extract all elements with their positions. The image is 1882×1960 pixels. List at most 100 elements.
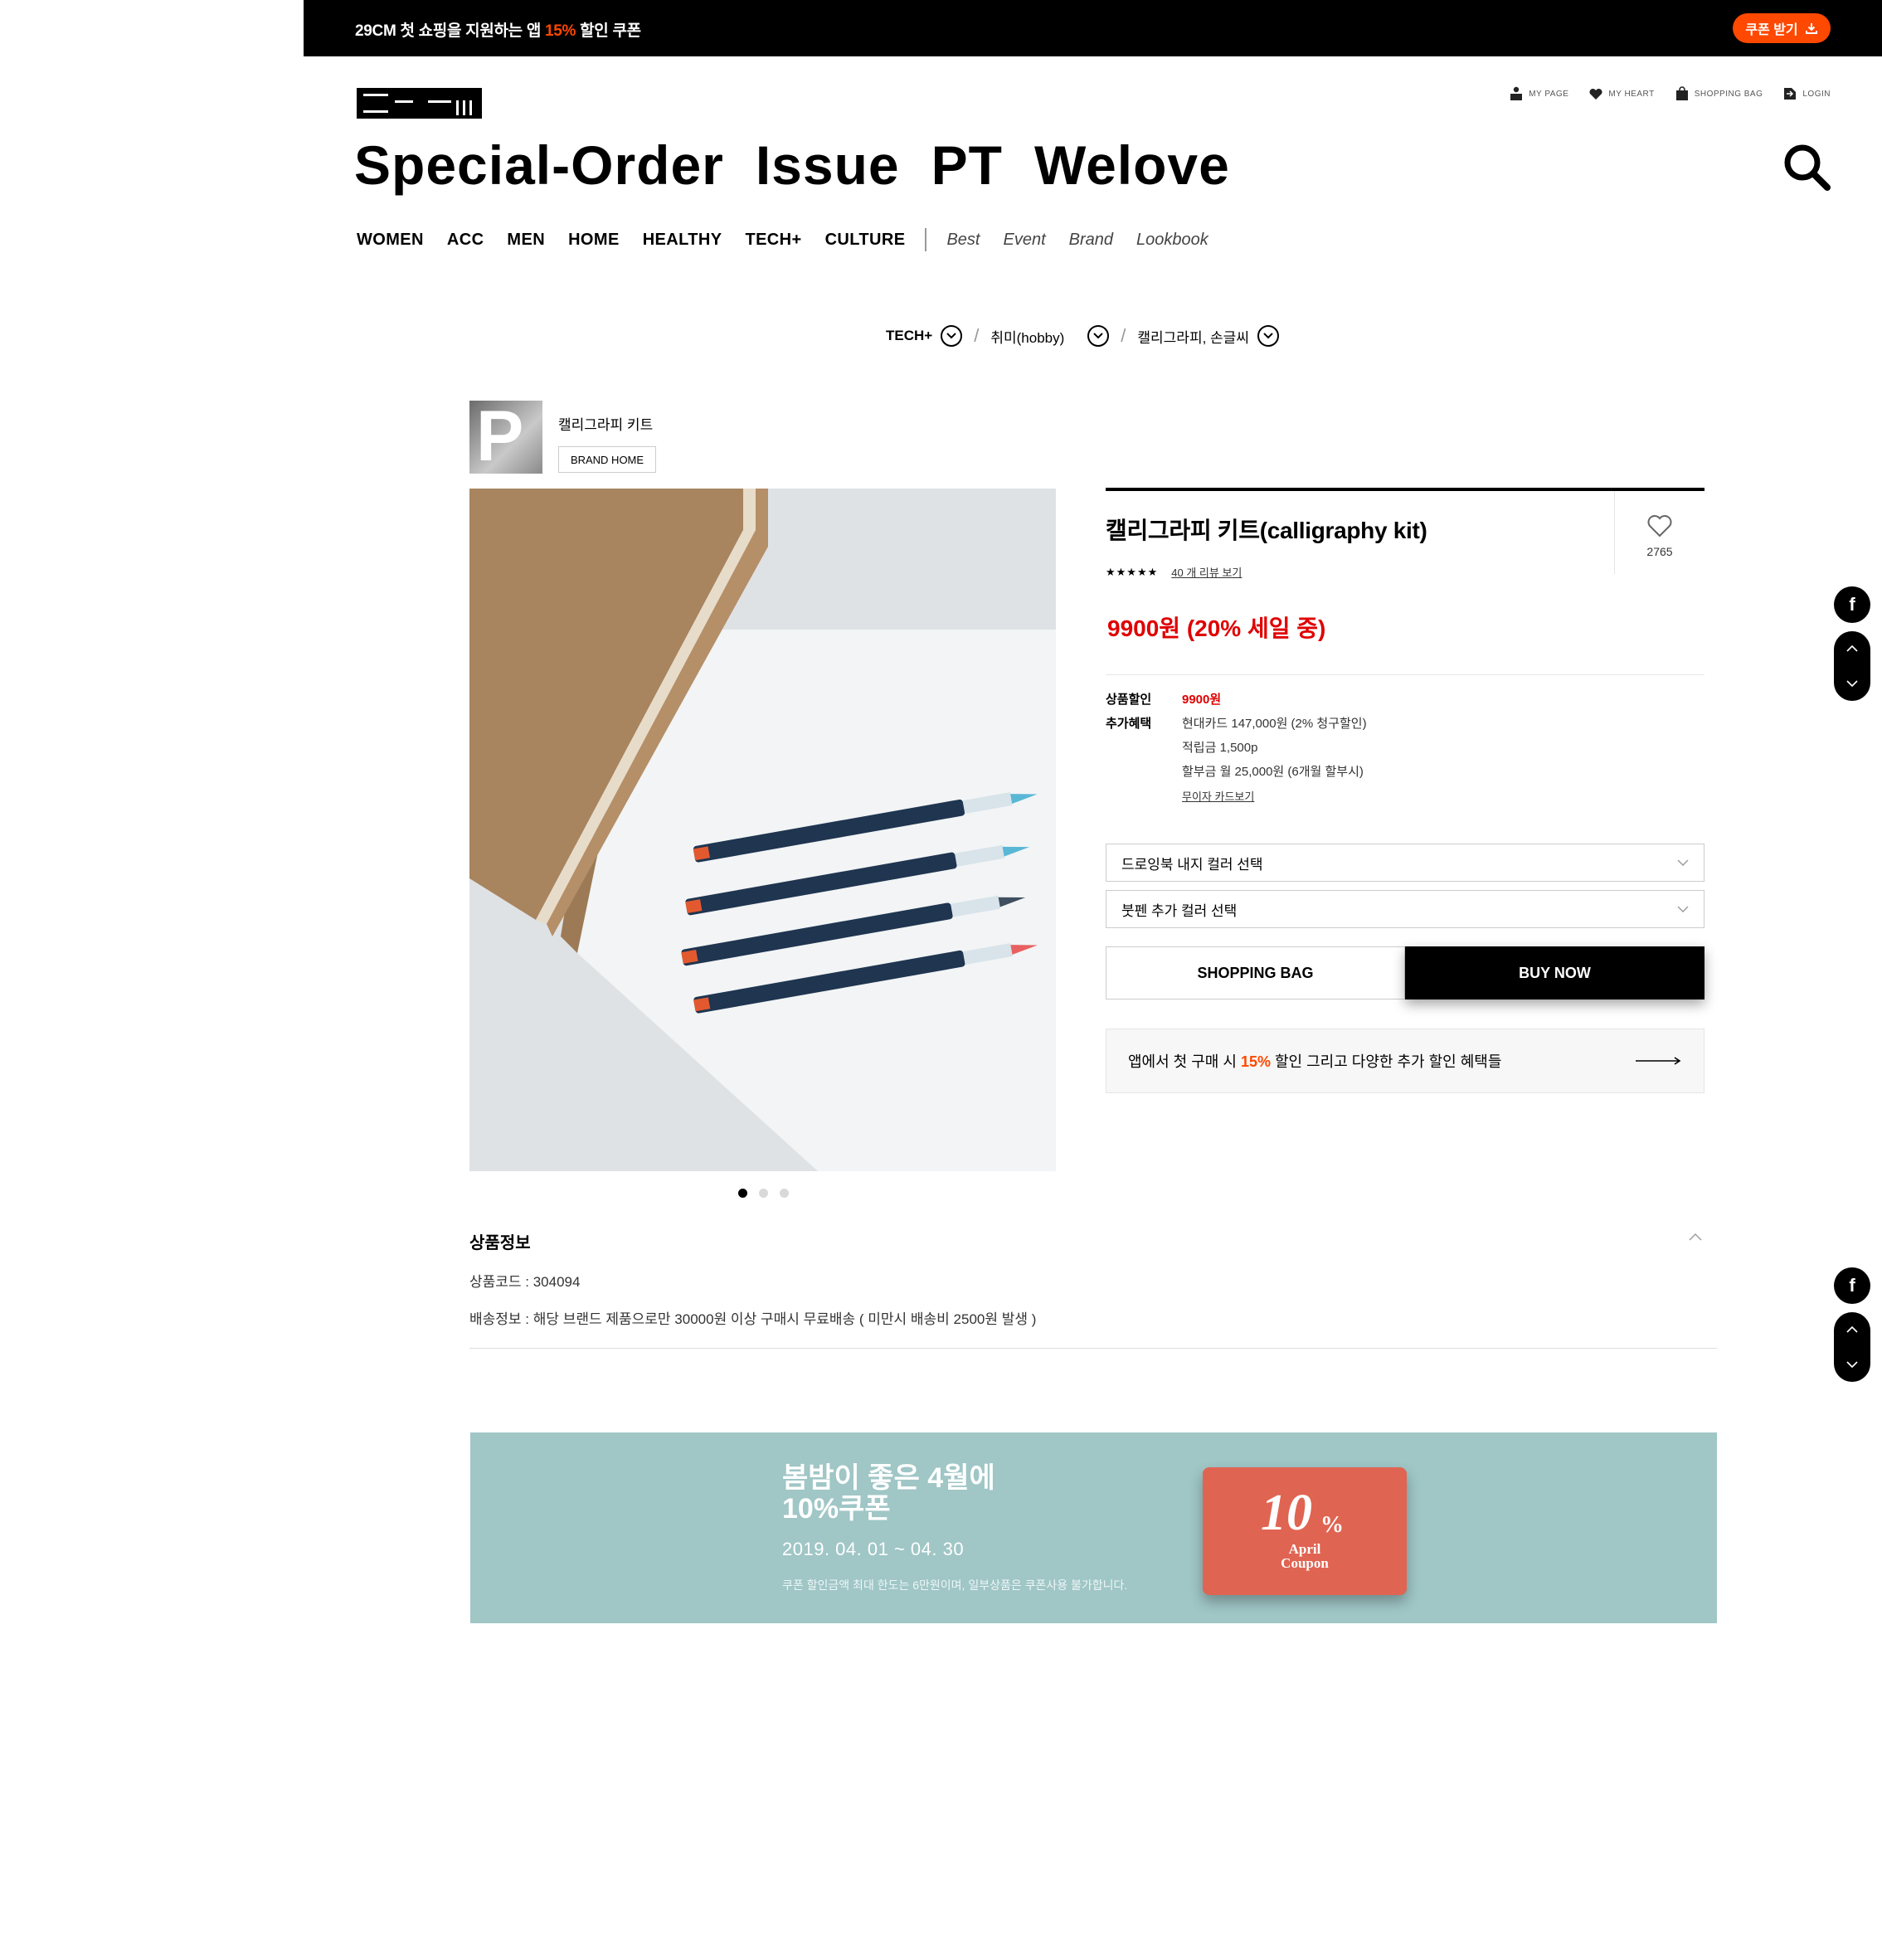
- benefit-installment: 할부금 월 25,000원 (6개월 할부시): [1182, 765, 1364, 779]
- april-coupon-banner[interactable]: 봄밤이 좋은 4월에 10%쿠폰 2019. 04. 01 ~ 04. 30 쿠…: [470, 1432, 1717, 1623]
- coupon-card-percent: %: [1320, 1512, 1344, 1538]
- promo-accent: 15%: [545, 22, 576, 40]
- site-logo[interactable]: [357, 88, 482, 119]
- sub-nav-lookbook[interactable]: Lookbook: [1136, 231, 1208, 250]
- pager-dot[interactable]: [759, 1189, 768, 1198]
- coupon-banner-note: 쿠폰 할인금액 최대 한도는 6만원이며, 일부상품은 쿠폰사용 불가합니다.: [782, 1578, 1128, 1592]
- discount-label: 상품할인: [1106, 693, 1152, 707]
- utility-nav: MY PAGE MY HEART SHOPPING BAG LOGIN: [1509, 86, 1831, 101]
- floating-controls: f: [1834, 586, 1870, 701]
- promo-text[interactable]: 29CM 첫 쇼핑을 지원하는 앱 15% 할인 쿠폰: [355, 18, 641, 41]
- breadcrumb-calligraphy-label: 캘리그라피, 손글씨: [1137, 329, 1249, 346]
- coupon-card-number: 10: [1261, 1485, 1312, 1541]
- scroll-down-icon[interactable]: [1846, 1361, 1858, 1368]
- category-men[interactable]: MEN: [507, 231, 545, 250]
- facebook-share-button[interactable]: f: [1834, 1267, 1870, 1304]
- scroll-up-icon[interactable]: [1846, 1326, 1858, 1333]
- promo-bar: 29CM 첫 쇼핑을 지원하는 앱 15% 할인 쿠폰 쿠폰 받기: [304, 0, 1882, 56]
- like-button[interactable]: 2765: [1614, 491, 1704, 574]
- sub-nav-best[interactable]: Best: [946, 231, 980, 250]
- my-page-link[interactable]: MY PAGE: [1509, 86, 1568, 101]
- benefit-label: 추가혜택: [1106, 717, 1152, 731]
- brush-pen-color-select[interactable]: 붓펜 추가 컬러 선택: [1106, 890, 1704, 928]
- arrow-right-icon: [1636, 1057, 1681, 1065]
- login-icon: [1784, 88, 1797, 100]
- my-heart-label: MY HEART: [1608, 89, 1655, 99]
- chevron-down-icon[interactable]: [941, 325, 963, 347]
- facebook-icon: f: [1849, 594, 1855, 615]
- product-title: 캘리그라피 키트(calligraphy kit): [1106, 518, 1427, 543]
- pager-dot[interactable]: [780, 1189, 789, 1198]
- get-coupon-label: 쿠폰 받기: [1745, 23, 1798, 37]
- shopping-bag-link[interactable]: SHOPPING BAG: [1675, 86, 1763, 101]
- search-icon: [1784, 144, 1831, 191]
- product-info-section: 상품정보 상품코드 : 304094 배송정보 : 해당 브랜드 제품으로만 3…: [469, 1229, 1717, 1349]
- brand-home-button[interactable]: BRAND HOME: [558, 446, 656, 473]
- category-nav: WOMEN ACC MEN HOME HEALTHY TECH+ CULTURE…: [357, 228, 1232, 251]
- shipping-info: 배송정보 : 해당 브랜드 제품으로만 30000원 이상 구매시 무료배송 (…: [469, 1311, 1037, 1327]
- category-women[interactable]: WOMEN: [357, 231, 424, 250]
- main-nav-welove[interactable]: Welove: [1034, 138, 1230, 192]
- category-healthy[interactable]: HEALTHY: [643, 231, 722, 250]
- pager-dot[interactable]: [738, 1189, 747, 1198]
- person-icon: [1510, 86, 1523, 100]
- brand-thumbnail[interactable]: P: [469, 401, 542, 474]
- chevron-down-icon[interactable]: [1257, 325, 1279, 347]
- drawing-book-color-select[interactable]: 드로잉북 내지 컬러 선택: [1106, 844, 1704, 882]
- interest-free-card-link[interactable]: 무이자 카드보기: [1182, 788, 1367, 804]
- shopping-bag-label: SHOPPING BAG: [1694, 89, 1763, 99]
- chevron-down-icon: [1677, 859, 1689, 866]
- category-culture[interactable]: CULTURE: [825, 231, 906, 250]
- divider: [469, 1348, 1717, 1349]
- product-photo: [469, 489, 1056, 1171]
- get-coupon-button[interactable]: 쿠폰 받기: [1733, 13, 1831, 43]
- coupon-banner-line2: 10%쿠폰: [782, 1493, 891, 1525]
- category-home[interactable]: HOME: [568, 231, 620, 250]
- breadcrumb-hobby[interactable]: 취미(hobby): [990, 325, 1110, 347]
- floating-controls: f: [1834, 1267, 1870, 1382]
- chevron-up-icon[interactable]: [1689, 1233, 1702, 1241]
- app-banner-after: 할인 그리고 다양한 추가 할인 혜택들: [1270, 1053, 1502, 1070]
- benefit-card: 현대카드 147,000원 (2% 청구할인): [1182, 717, 1367, 731]
- breadcrumb-tech-label: TECH+: [886, 328, 933, 343]
- shopping-bag-button[interactable]: SHOPPING BAG: [1106, 946, 1405, 999]
- main-nav-pt[interactable]: PT: [931, 138, 1003, 192]
- purchase-buttons: SHOPPING BAG BUY NOW: [1106, 946, 1704, 999]
- sub-nav-brand[interactable]: Brand: [1069, 231, 1113, 250]
- nav-divider: [925, 228, 927, 251]
- image-pager: [738, 1189, 789, 1198]
- chevron-down-icon[interactable]: [1087, 325, 1110, 347]
- sub-nav-event[interactable]: Event: [1003, 231, 1045, 250]
- search-button[interactable]: [1782, 143, 1831, 195]
- my-heart-link[interactable]: MY HEART: [1588, 86, 1654, 101]
- benefit-info: 상품할인 9900원 추가혜택 현대카드 147,000원 (2% 청구할인) …: [1106, 690, 1367, 804]
- scroll-up-icon[interactable]: [1846, 645, 1858, 652]
- app-banner-text: 앱에서 첫 구매 시 15% 할인 그리고 다양한 추가 할인 혜택들: [1128, 1050, 1501, 1072]
- breadcrumb-tech[interactable]: TECH+: [886, 325, 963, 347]
- facebook-share-button[interactable]: f: [1834, 586, 1870, 623]
- scroll-down-icon[interactable]: [1846, 680, 1858, 687]
- breadcrumb-calligraphy[interactable]: 캘리그라피, 손글씨: [1137, 325, 1279, 347]
- buy-now-button[interactable]: BUY NOW: [1405, 946, 1704, 999]
- app-discount-banner[interactable]: 앱에서 첫 구매 시 15% 할인 그리고 다양한 추가 할인 혜택들: [1106, 1029, 1704, 1093]
- main-nav-issue[interactable]: Issue: [756, 138, 900, 192]
- login-link[interactable]: LOGIN: [1782, 86, 1831, 101]
- benefit-points: 적립금 1,500p: [1182, 741, 1258, 755]
- product-image[interactable]: [469, 489, 1056, 1171]
- product-info-heading[interactable]: 상품정보: [469, 1229, 1717, 1253]
- promo-text-after: 할인 쿠폰: [576, 22, 641, 40]
- category-tech[interactable]: TECH+: [745, 231, 801, 250]
- category-acc[interactable]: ACC: [447, 231, 484, 250]
- scroll-controls: [1834, 631, 1870, 701]
- coupon-card: 10 % April Coupon: [1203, 1467, 1407, 1595]
- my-page-label: MY PAGE: [1529, 89, 1569, 99]
- main-nav-special-order[interactable]: Special-Order: [354, 138, 724, 192]
- coupon-banner-dates: 2019. 04. 01 ~ 04. 30: [782, 1539, 965, 1559]
- review-link[interactable]: 40 개 리뷰 보기: [1171, 564, 1242, 580]
- bag-icon: [1675, 86, 1688, 100]
- facebook-icon: f: [1849, 1275, 1855, 1296]
- star-rating: ★★★★★: [1106, 565, 1159, 578]
- like-count: 2765: [1646, 545, 1673, 558]
- brand-name[interactable]: 캘리그라피 키트: [558, 413, 653, 434]
- breadcrumb-hobby-label: 취미(hobby): [990, 329, 1065, 346]
